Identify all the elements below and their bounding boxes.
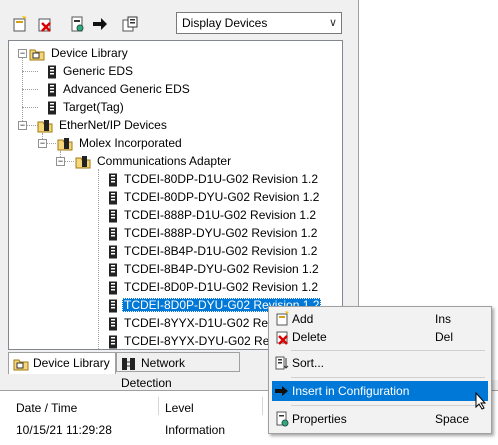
log-row-datetime: 10/15/21 11:29:28 — [16, 423, 112, 437]
context-menu: Add Ins Delete Del Sort... Insert in Con… — [268, 306, 492, 434]
collapse-molex-toggle[interactable]: − — [38, 139, 47, 148]
menu-item-properties[interactable]: Properties Space — [272, 409, 488, 429]
device-library-tree[interactable]: − Device Library Generic EDS Advanced Ge… — [8, 40, 343, 350]
device-module-icon — [109, 335, 117, 349]
chevron-down-icon: ∨ — [328, 17, 337, 29]
device-module-icon — [109, 281, 117, 295]
network-icon — [122, 357, 135, 370]
menu-item-sort[interactable]: Sort... — [272, 353, 488, 373]
tree-node-device[interactable]: TCDEI-8B4P-D1U-G02 Revision 1.2 — [108, 242, 319, 260]
folder-device-icon — [57, 137, 73, 151]
library-folder-icon — [29, 49, 45, 61]
log-row-level: Information — [165, 423, 226, 437]
tree-node-device[interactable]: TCDEI-888P-D1U-G02 Revision 1.2 — [108, 206, 318, 224]
col-level-header[interactable]: Level — [165, 401, 194, 415]
tree-node-device[interactable]: TCDEI-888P-DYU-G02 Revision 1.2 — [108, 224, 319, 242]
display-filter-select[interactable]: Display Devices ∨ — [176, 12, 342, 34]
device-module-icon — [109, 317, 117, 331]
device-module-icon — [109, 191, 117, 205]
properties-icon — [276, 411, 289, 427]
tree-node-device-library[interactable]: Device Library — [29, 44, 130, 62]
collapse-root-toggle[interactable]: − — [18, 49, 27, 58]
collapse-comm-adapter-toggle[interactable]: − — [56, 157, 65, 166]
device-module-icon — [48, 83, 56, 97]
device-module-icon — [109, 263, 117, 277]
new-device-icon[interactable] — [10, 14, 30, 34]
col-datetime-header[interactable]: Date / Time — [16, 401, 77, 415]
export-device-icon[interactable] — [120, 14, 140, 34]
folder-device-icon — [37, 119, 53, 133]
device-module-icon — [109, 245, 117, 259]
add-device-icon — [276, 311, 289, 326]
folder-device-icon — [75, 155, 91, 169]
device-properties-icon[interactable] — [67, 14, 87, 34]
arrow-right-icon — [275, 386, 288, 396]
tree-node-communications-adapter[interactable]: Communications Adapter — [75, 152, 233, 170]
tree-node-advanced-generic-eds[interactable]: Advanced Generic EDS — [47, 80, 192, 98]
mouse-cursor-icon — [475, 392, 487, 410]
tab-network-detection[interactable]: Network Detection — [116, 352, 240, 390]
arrow-right-icon[interactable] — [90, 14, 110, 34]
device-module-icon — [48, 101, 56, 115]
device-module-icon — [109, 173, 117, 187]
device-module-icon — [109, 209, 117, 223]
device-module-icon — [109, 227, 117, 241]
collapse-ethernet-toggle[interactable]: − — [18, 121, 27, 130]
device-module-icon — [109, 299, 117, 313]
tree-node-generic-eds[interactable]: Generic EDS — [47, 62, 135, 80]
menu-item-delete[interactable]: Delete Del — [272, 327, 488, 347]
tree-node-molex[interactable]: Molex Incorporated — [57, 134, 184, 152]
library-folder-icon — [13, 359, 29, 371]
menu-item-insert-in-configuration[interactable]: Insert in Configuration — [272, 381, 488, 401]
display-filter-value: Display Devices — [182, 16, 268, 30]
tree-node-device[interactable]: TCDEI-8B4P-DYU-G02 Revision 1.2 — [108, 260, 321, 278]
menu-item-add[interactable]: Add Ins — [272, 309, 488, 329]
delete-icon — [276, 331, 288, 345]
tree-node-device[interactable]: TCDEI-80DP-D1U-G02 Revision 1.2 — [108, 170, 320, 188]
tree-node-device[interactable]: TCDEI-80DP-DYU-G02 Revision 1.2 — [108, 188, 321, 206]
tree-node-ethernet-ip-devices[interactable]: EtherNet/IP Devices — [37, 116, 169, 134]
device-module-icon — [48, 65, 56, 79]
tab-device-library[interactable]: Device Library — [8, 352, 116, 374]
delete-device-icon[interactable] — [35, 14, 55, 34]
tree-node-device[interactable]: TCDEI-8D0P-D1U-G02 Revision 1.2 — [108, 278, 320, 296]
sort-icon — [275, 356, 289, 370]
tree-node-target-tag[interactable]: Target(Tag) — [47, 98, 126, 116]
